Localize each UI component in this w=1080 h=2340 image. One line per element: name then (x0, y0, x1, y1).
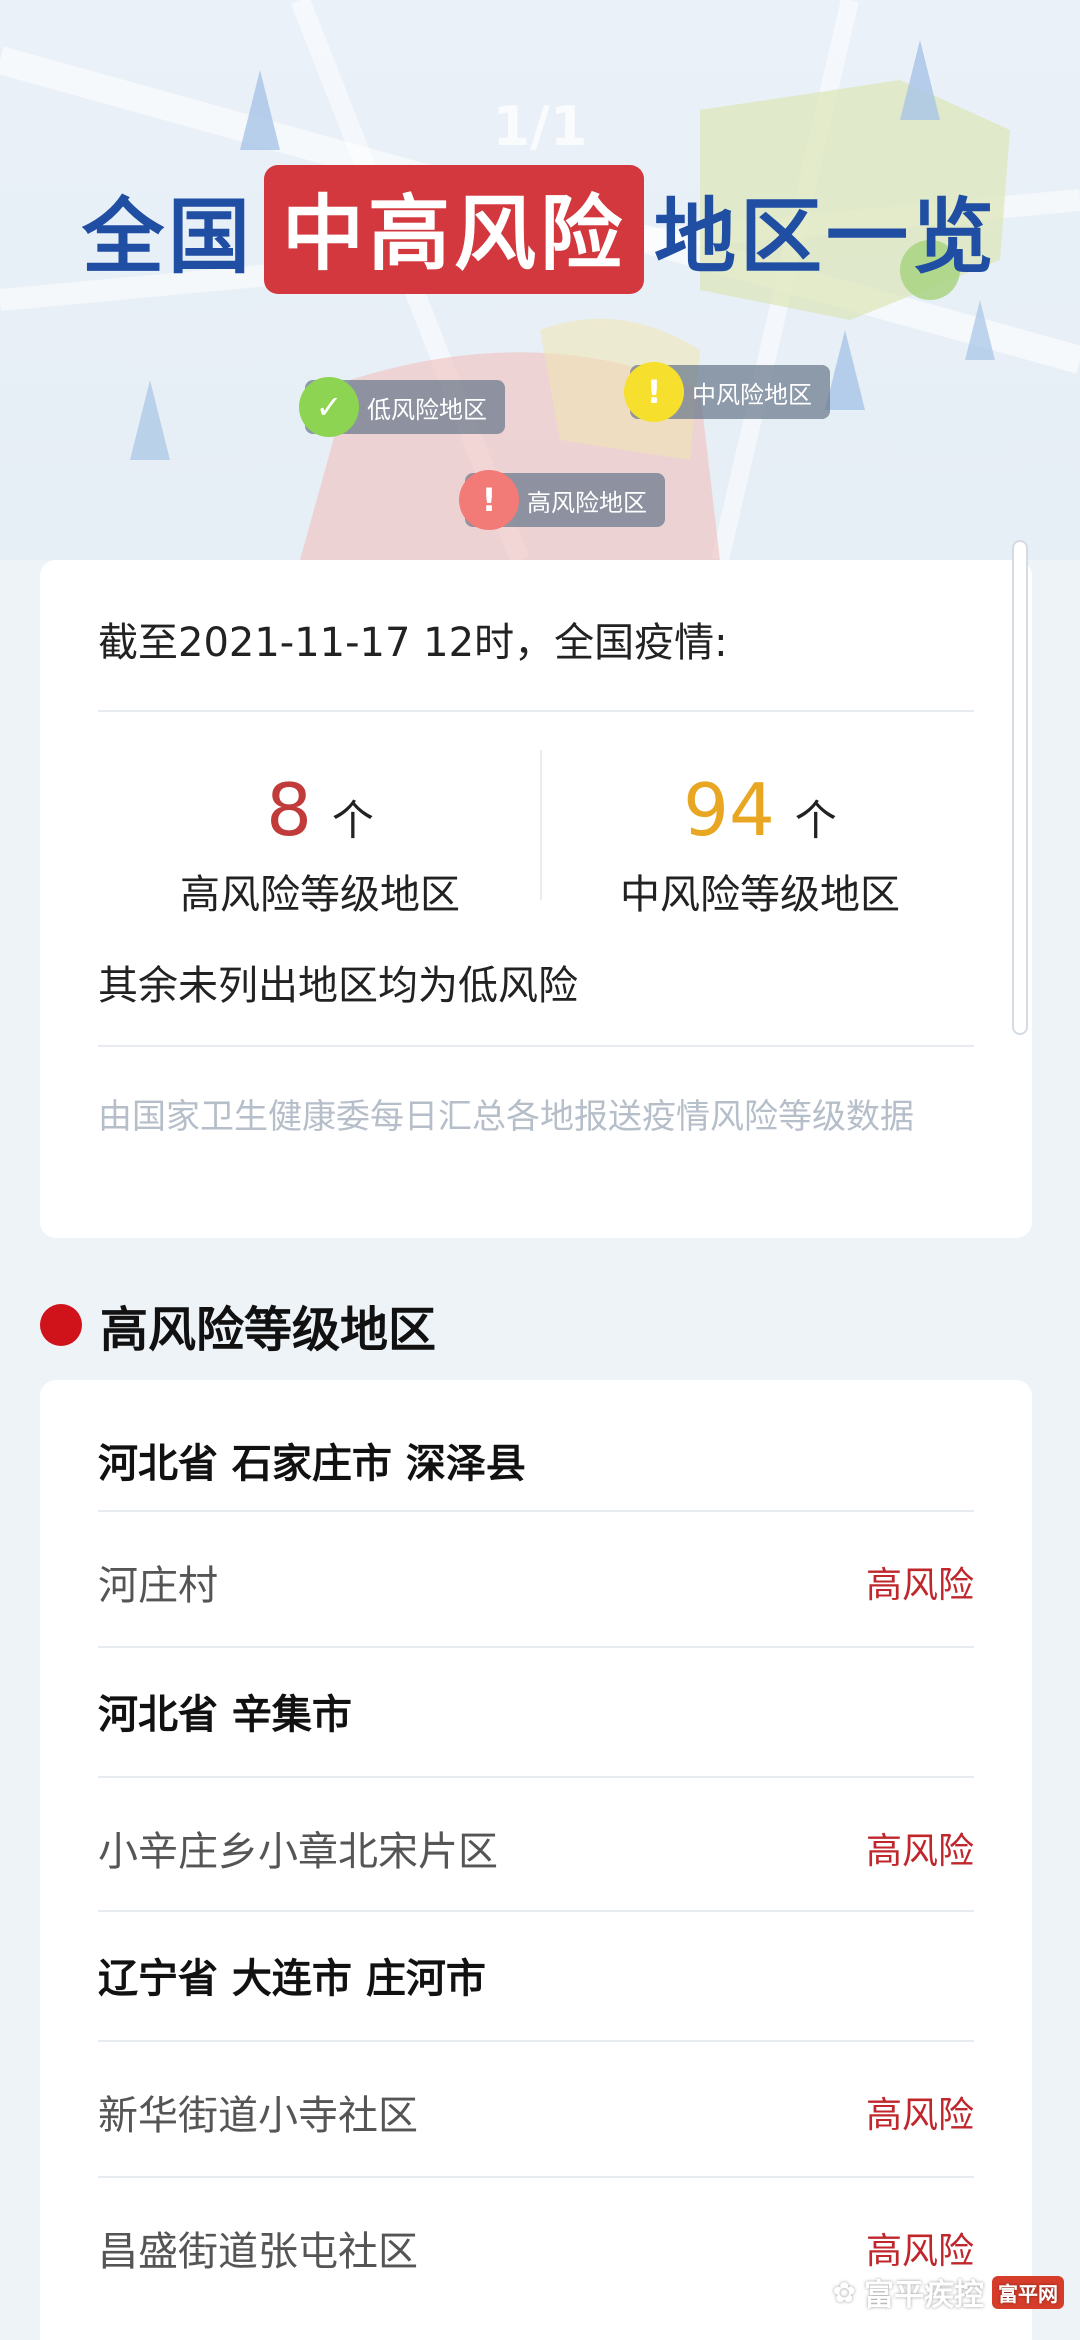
risk-badge: 高风险 (865, 1565, 974, 1606)
watermark-text: 富平疾控 (864, 2278, 984, 2313)
region-name: 辽宁省 大连市 庄河市 (98, 1956, 486, 2002)
red-dot-icon (40, 1304, 82, 1346)
legend-high-risk: ! 高风险地区 (459, 470, 665, 530)
divider (98, 2176, 974, 2178)
list-region-header: 辽宁省 大连市 庄河市 (98, 1920, 974, 2030)
watermark: ✿ 富平疾控 富平网 (833, 2270, 1064, 2314)
high-risk-list: 河北省 石家庄市 深泽县 河庄村 高风险 河北省 辛集市 小辛庄乡小章北宋片区 … (40, 1380, 1032, 2340)
divider (98, 710, 974, 712)
divider (98, 1646, 974, 1648)
risk-badge: 高风险 (865, 1831, 974, 1872)
page-title: 全国 中高风险 地区一览 (0, 165, 1080, 294)
divider (98, 1910, 974, 1912)
title-suffix: 地区一览 (654, 190, 999, 285)
risk-badge: 高风险 (865, 2231, 974, 2272)
summary-card: 截至2021-11-17 12时，全国疫情: 8个 高风险等级地区 94 个 中风… (40, 560, 1032, 1238)
legend-low-label: 低风险地区 (367, 395, 487, 424)
hero-banner: 1/1 全国 中高风险 地区一览 ✓ 低风险地区 ! 中风险地区 ! 高风险地区 (0, 0, 1080, 560)
scrollbar[interactable] (1012, 540, 1028, 1035)
medium-risk-count: 94 (683, 768, 775, 852)
legend-high-label: 高风险地区 (527, 488, 647, 517)
legend-medium-label: 中风险地区 (692, 380, 812, 409)
title-prefix: 全国 (81, 190, 254, 285)
watermark-logo: 富平网 (992, 2275, 1064, 2309)
exclamation-icon: ! (624, 362, 684, 422)
page-indicator: 1/1 (492, 95, 588, 158)
summary-date: 截至2021-11-17 12时，全国疫情: (98, 620, 728, 666)
medium-risk-label: 中风险等级地区 (620, 872, 900, 918)
list-item[interactable]: 小辛庄乡小章北宋片区 高风险 (98, 1786, 974, 1910)
risk-badge: 高风险 (865, 2095, 974, 2136)
area-name: 小辛庄乡小章北宋片区 (98, 1829, 498, 1875)
check-icon: ✓ (299, 377, 359, 437)
divider (98, 2040, 974, 2042)
data-source-note: 由国家卫生健康委每日汇总各地报送疫情风险等级数据 (98, 1097, 914, 1137)
title-highlight: 中高风险 (263, 165, 644, 294)
high-risk-count: 8 (266, 768, 312, 852)
stat-high-risk: 8个 高风险等级地区 (100, 770, 540, 920)
list-item[interactable]: 河庄村 高风险 (98, 1520, 974, 1644)
stat-medium-risk: 94 个 中风险等级地区 (540, 770, 980, 920)
divider (98, 1045, 974, 1047)
divider (98, 1510, 974, 1512)
region-name: 河北省 辛集市 (98, 1692, 352, 1738)
section-title: 高风险等级地区 (100, 1302, 437, 1358)
region-name: 河北省 石家庄市 深泽县 (98, 1441, 526, 1487)
list-item[interactable]: 新华街道小寺社区 高风险 (98, 2050, 974, 2174)
area-name: 昌盛街道张屯社区 (98, 2229, 418, 2275)
legend-medium-risk: ! 中风险地区 (624, 362, 830, 422)
medium-risk-unit: 个 (794, 796, 837, 845)
high-risk-label: 高风险等级地区 (180, 872, 460, 918)
list-region-header: 河北省 辛集市 (98, 1656, 974, 1766)
area-name: 河庄村 (98, 1563, 218, 1609)
legend-low-risk: ✓ 低风险地区 (299, 377, 505, 437)
low-risk-note: 其余未列出地区均为低风险 (98, 963, 578, 1009)
list-region-header: 河北省 石家庄市 深泽县 (98, 1420, 974, 1500)
area-name: 新华街道小寺社区 (98, 2093, 418, 2139)
wechat-icon: ✿ (832, 2275, 856, 2309)
divider (98, 1776, 974, 1778)
section-header: 高风险等级地区 (40, 1290, 436, 1360)
exclamation-icon: ! (459, 470, 519, 530)
high-risk-unit: 个 (331, 796, 374, 845)
